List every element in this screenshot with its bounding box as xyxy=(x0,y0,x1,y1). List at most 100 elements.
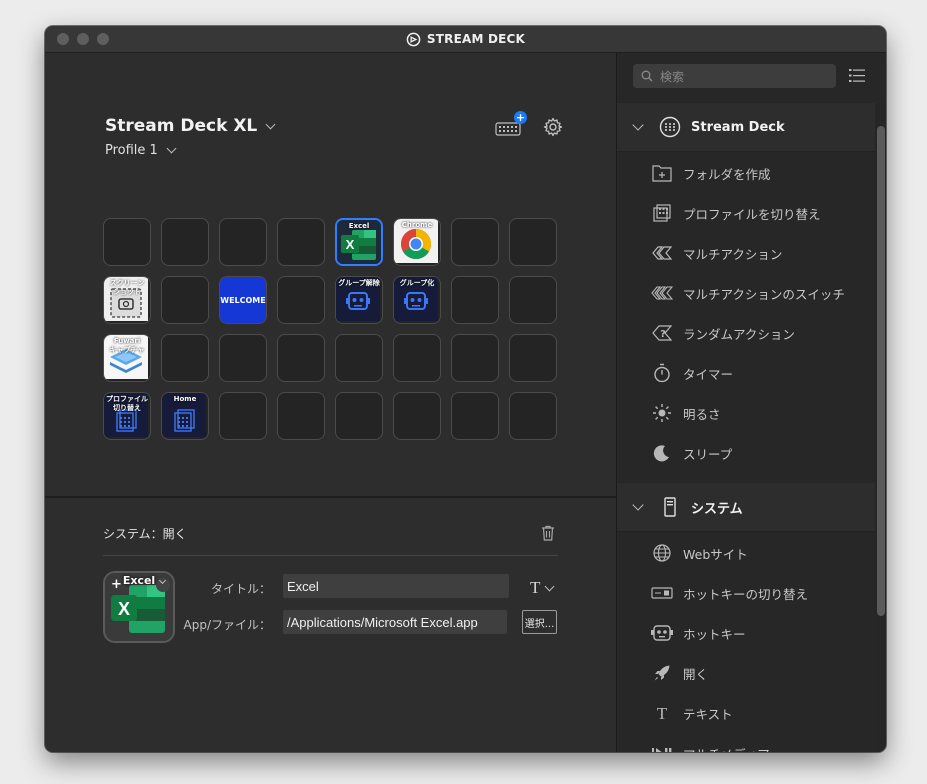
key-chrome[interactable]: Chrome xyxy=(393,218,441,266)
title-input[interactable] xyxy=(283,574,509,598)
device-selector[interactable]: Stream Deck XL xyxy=(105,116,276,136)
key-label-line2: キャプチャ xyxy=(109,346,145,354)
key-robot[interactable]: グループ解除 xyxy=(335,276,383,324)
action-item[interactable]: タイマー xyxy=(651,353,733,393)
title-bar: STREAM DECK xyxy=(45,26,886,53)
action-item[interactable]: 明るさ xyxy=(651,393,721,433)
empty-key-slot[interactable] xyxy=(451,392,499,440)
empty-key-slot[interactable] xyxy=(277,392,325,440)
actions-sidebar: 検索 Stream Deck フォルダを作成プロファイルを切り替えマルチアクション… xyxy=(617,53,886,752)
action-item-label: プロファイルを切り替え xyxy=(683,206,821,222)
key-image-preview[interactable]: X + Excel xyxy=(103,571,175,643)
stream-deck-icon xyxy=(658,115,682,139)
key-label: グループ解除 xyxy=(338,279,380,287)
add-device-button[interactable]: + xyxy=(495,111,527,137)
empty-key-slot[interactable] xyxy=(219,218,267,266)
action-item[interactable]: ホットキー xyxy=(651,613,746,653)
empty-key-slot[interactable] xyxy=(335,392,383,440)
empty-key-slot[interactable] xyxy=(161,218,209,266)
window-controls xyxy=(57,33,109,45)
gear-icon[interactable] xyxy=(543,117,563,137)
action-item[interactable]: マルチメディア xyxy=(651,733,770,752)
action-item-label: ランダムアクション xyxy=(683,326,795,342)
empty-key-slot[interactable] xyxy=(509,392,557,440)
key-label: WELCOME xyxy=(220,295,266,305)
key-profile[interactable]: Home xyxy=(161,392,209,440)
action-item[interactable]: マルチアクション xyxy=(651,233,782,273)
app-title: STREAM DECK xyxy=(406,32,525,47)
empty-key-slot[interactable] xyxy=(451,276,499,324)
key-screenshot[interactable]: スクリーン ショット xyxy=(103,276,151,324)
hotkey-switch-icon xyxy=(651,582,673,604)
category-stream-deck[interactable]: Stream Deck xyxy=(617,103,875,152)
trash-icon[interactable] xyxy=(541,525,555,541)
chevron-down-icon xyxy=(265,119,276,129)
empty-key-slot[interactable] xyxy=(393,334,441,382)
profile-switch-icon xyxy=(651,202,673,224)
empty-key-slot[interactable] xyxy=(451,334,499,382)
action-item-label: タイマー xyxy=(683,366,734,382)
action-item[interactable]: ホットキーの切り替え xyxy=(651,573,808,613)
scroll-thumb[interactable] xyxy=(877,126,885,616)
action-item[interactable]: ? ランダムアクション xyxy=(651,313,795,353)
key-label: グループ化 xyxy=(399,279,435,287)
empty-key-slot[interactable] xyxy=(161,334,209,382)
profile-selector[interactable]: Profile 1 xyxy=(105,143,177,158)
empty-key-slot[interactable] xyxy=(277,218,325,266)
close-window-button[interactable] xyxy=(57,33,69,45)
action-item[interactable]: フォルダを作成 xyxy=(651,153,771,193)
key-stack[interactable]: Fuwari キャプチャ xyxy=(103,334,151,382)
action-item-label: スリープ xyxy=(683,446,733,462)
multimedia-icon xyxy=(651,742,673,752)
key-label: Excel xyxy=(348,222,370,230)
stream-deck-logo-icon xyxy=(406,32,421,46)
action-item-label: 明るさ xyxy=(683,406,721,422)
empty-key-slot[interactable] xyxy=(393,392,441,440)
list-view-icon[interactable] xyxy=(849,69,865,82)
action-separator xyxy=(103,555,558,556)
key-label: プロファイル xyxy=(106,395,148,403)
empty-key-slot[interactable] xyxy=(451,218,499,266)
key-welcome[interactable]: WELCOME xyxy=(219,276,267,324)
empty-key-slot[interactable] xyxy=(161,276,209,324)
key-profile[interactable]: プロファイル 切り替え xyxy=(103,392,151,440)
empty-key-slot[interactable] xyxy=(219,334,267,382)
empty-key-slot[interactable] xyxy=(277,276,325,324)
svg-text:?: ? xyxy=(660,329,666,340)
choose-file-button[interactable]: 選択... xyxy=(522,610,557,634)
empty-key-slot[interactable] xyxy=(509,218,557,266)
action-item-label: テキスト xyxy=(683,706,733,722)
search-field[interactable]: 検索 xyxy=(633,64,836,88)
empty-key-slot[interactable] xyxy=(509,276,557,324)
image-dropdown-button[interactable] xyxy=(156,576,170,592)
sidebar-scrollbar[interactable] xyxy=(875,103,886,752)
svg-text:X: X xyxy=(346,237,355,252)
action-item[interactable]: T テキスト xyxy=(651,693,733,733)
empty-key-slot[interactable] xyxy=(277,334,325,382)
action-item[interactable]: マルチアクションのスイッチ xyxy=(651,273,845,313)
empty-key-slot[interactable] xyxy=(219,392,267,440)
zoom-window-button[interactable] xyxy=(97,33,109,45)
search-icon xyxy=(641,70,653,82)
app-path-input[interactable] xyxy=(283,610,507,634)
action-item[interactable]: Webサイト xyxy=(651,533,748,573)
action-item-label: Webサイト xyxy=(683,546,748,562)
action-item[interactable]: スリープ xyxy=(651,433,732,473)
svg-text:X: X xyxy=(118,599,130,619)
key-grid: X Excel Chrome スクリーン ショット WELCOME グループ解除 グループ化 F… xyxy=(103,218,557,440)
key-robot[interactable]: グループ化 xyxy=(393,276,441,324)
action-item-label: マルチアクションのスイッチ xyxy=(683,286,845,302)
minimize-window-button[interactable] xyxy=(77,33,89,45)
action-item[interactable]: プロファイルを切り替え xyxy=(651,193,821,233)
action-item-label: ホットキーの切り替え xyxy=(683,586,809,602)
empty-key-slot[interactable] xyxy=(335,334,383,382)
title-format-button[interactable]: T xyxy=(530,578,555,598)
text-format-icon: T xyxy=(530,578,541,597)
empty-key-slot[interactable] xyxy=(103,218,151,266)
action-item[interactable]: 開く xyxy=(651,653,708,693)
action-item-label: フォルダを作成 xyxy=(683,166,771,182)
empty-key-slot[interactable] xyxy=(509,334,557,382)
category-system[interactable]: システム xyxy=(617,483,875,532)
key-excel[interactable]: X Excel xyxy=(335,218,383,266)
random-action-icon: ? xyxy=(651,322,673,344)
